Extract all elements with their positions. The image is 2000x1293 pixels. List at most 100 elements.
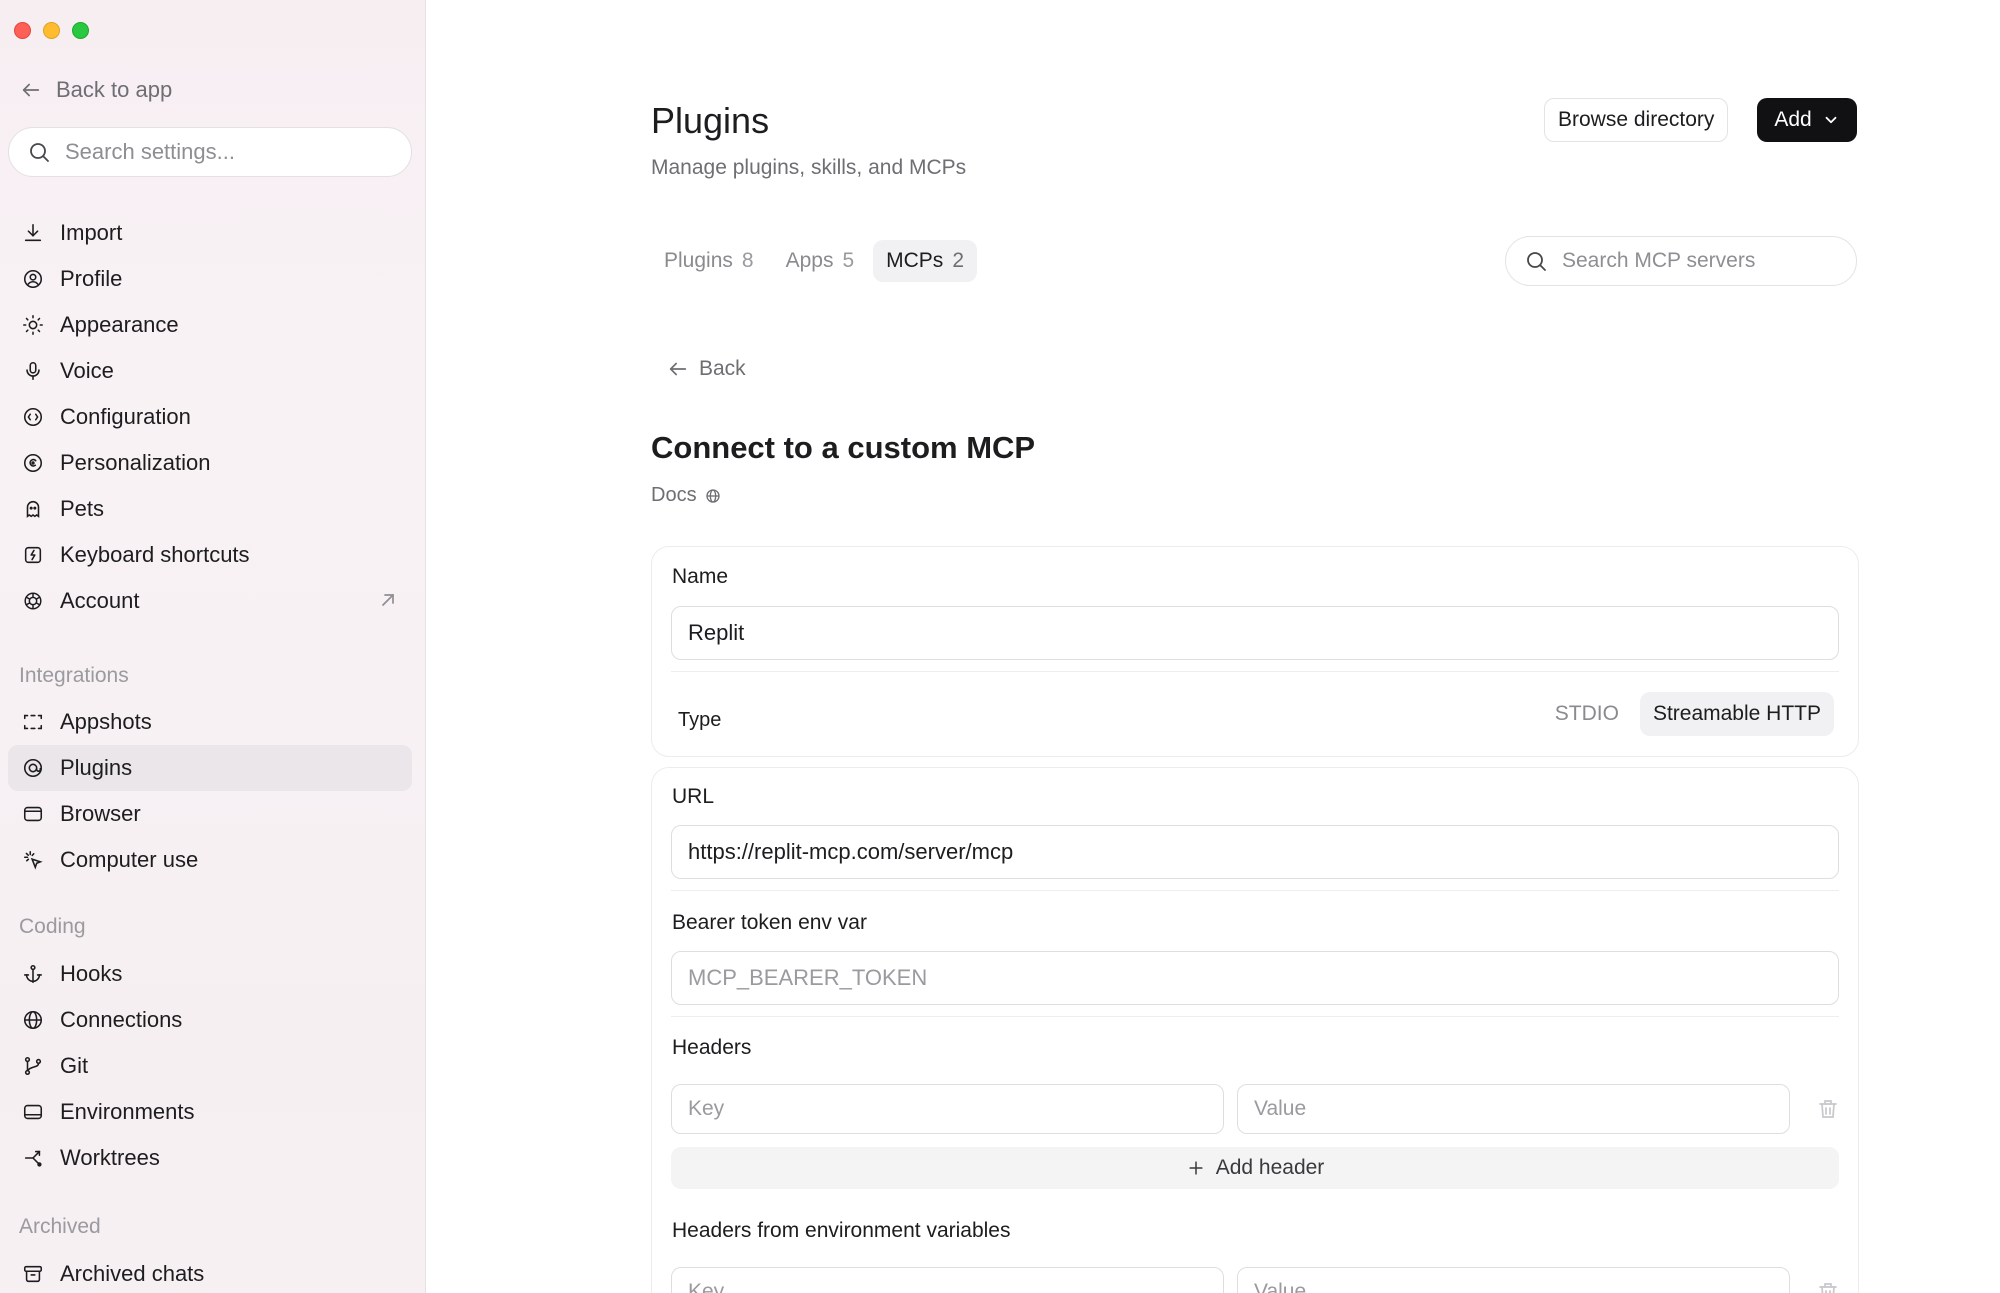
globe-icon (20, 1007, 46, 1033)
globe-icon (705, 488, 720, 503)
minimize-window-button[interactable] (43, 22, 60, 39)
type-option-stdio[interactable]: STDIO (1542, 692, 1632, 736)
page-subtitle: Manage plugins, skills, and MCPs (651, 156, 967, 179)
tab-plugins[interactable]: Plugins 8 (651, 240, 767, 282)
add-header-label: Add header (1215, 1156, 1325, 1179)
openai-logo-icon (20, 588, 46, 614)
environment-icon (20, 1099, 46, 1125)
divider (671, 671, 1839, 672)
type-toggle: STDIO Streamable HTTP (1542, 692, 1834, 736)
general-nav: Import Profile Appearance Voice Configur… (8, 210, 412, 624)
sidebar-item-import[interactable]: Import (8, 210, 412, 256)
name-input[interactable] (671, 606, 1839, 660)
sidebar-item-account[interactable]: Account (8, 578, 412, 624)
add-header-button[interactable]: Add header (671, 1147, 1839, 1189)
sidebar-item-label: Keyboard shortcuts (60, 542, 250, 567)
sidebar-item-worktrees[interactable]: Worktrees (8, 1135, 412, 1181)
anchor-icon (20, 961, 46, 987)
config-icon (20, 404, 46, 430)
archive-icon (20, 1261, 46, 1287)
chevron-down-icon (1825, 116, 1837, 124)
coding-section-label: Coding (19, 915, 86, 938)
plugins-icon (20, 755, 46, 781)
tab-label: MCPs (886, 249, 944, 272)
page-title: Plugins (651, 100, 770, 141)
back-button[interactable]: Back (667, 357, 746, 381)
sidebar-item-plugins[interactable]: Plugins (8, 745, 412, 791)
browse-directory-button[interactable]: Browse directory (1544, 98, 1729, 142)
sidebar-item-label: Voice (60, 358, 114, 383)
env-header-key-input[interactable] (671, 1267, 1224, 1293)
worktree-icon (20, 1145, 46, 1171)
tab-label: Plugins (664, 249, 733, 272)
divider (671, 1016, 1839, 1017)
zoom-window-button[interactable] (72, 22, 89, 39)
sidebar-item-computer-use[interactable]: Computer use (8, 837, 412, 883)
type-option-streamable-http[interactable]: Streamable HTTP (1639, 692, 1834, 736)
search-icon (1527, 252, 1546, 271)
add-button[interactable]: Add (1757, 98, 1857, 142)
settings-search-box (8, 127, 412, 177)
sidebar-item-label: Configuration (60, 404, 191, 429)
tab-count: 5 (842, 249, 855, 272)
env-header-value-input[interactable] (1237, 1267, 1790, 1293)
sidebar-item-label: Profile (60, 266, 123, 291)
tab-label: Apps (785, 249, 834, 272)
tab-count: 8 (741, 249, 754, 272)
mcp-search-box (1505, 236, 1857, 286)
trash-icon[interactable] (1816, 1097, 1840, 1121)
sidebar-item-label: Archived chats (60, 1261, 205, 1286)
name-label: Name (672, 565, 729, 588)
sun-icon (20, 312, 46, 338)
mcp-search-input[interactable] (1562, 249, 1832, 273)
microphone-icon (20, 358, 46, 384)
sidebar-item-hooks[interactable]: Hooks (8, 951, 412, 997)
keyboard-icon (20, 542, 46, 568)
sidebar-item-configuration[interactable]: Configuration (8, 394, 412, 440)
archived-section-label: Archived (19, 1215, 101, 1238)
sidebar-item-label: Environments (60, 1099, 195, 1124)
user-circle-icon (20, 266, 46, 292)
back-label: Back (699, 357, 746, 380)
header-value-input[interactable] (1237, 1084, 1790, 1134)
tab-bar: Plugins 8 Apps 5 MCPs 2 (651, 240, 977, 282)
form-title: Connect to a custom MCP (651, 430, 1036, 465)
sidebar-item-archived-chats[interactable]: Archived chats (8, 1251, 412, 1293)
search-icon (30, 143, 49, 162)
sidebar-item-label: Worktrees (60, 1145, 160, 1170)
arrow-left-icon (669, 362, 687, 376)
headers-label: Headers (672, 1036, 752, 1059)
header-key-input[interactable] (671, 1084, 1224, 1134)
sidebar-item-label: Plugins (60, 755, 133, 780)
url-input[interactable] (671, 825, 1839, 879)
sidebar-item-personalization[interactable]: Personalization (8, 440, 412, 486)
sidebar-item-browser[interactable]: Browser (8, 791, 412, 837)
settings-search-input[interactable] (65, 139, 385, 165)
docs-label: Docs (651, 484, 697, 506)
sidebar-item-keyboard-shortcuts[interactable]: Keyboard shortcuts (8, 532, 412, 578)
back-to-app-button[interactable]: Back to app (20, 74, 172, 106)
trash-icon[interactable] (1816, 1280, 1840, 1293)
sidebar-item-label: Connections (60, 1007, 183, 1032)
sidebar-item-git[interactable]: Git (8, 1043, 412, 1089)
sidebar-item-profile[interactable]: Profile (8, 256, 412, 302)
sidebar-item-environments[interactable]: Environments (8, 1089, 412, 1135)
tab-apps[interactable]: Apps 5 (773, 240, 868, 282)
docs-link[interactable]: Docs (651, 484, 721, 507)
sidebar-item-pets[interactable]: Pets (8, 486, 412, 532)
url-label: URL (672, 785, 715, 808)
back-to-app-label: Back to app (56, 77, 173, 102)
browser-icon (20, 801, 46, 827)
external-link-icon (382, 594, 394, 606)
close-window-button[interactable] (14, 22, 31, 39)
sidebar-item-voice[interactable]: Voice (8, 348, 412, 394)
sidebar-item-appshots[interactable]: Appshots (8, 699, 412, 745)
sidebar-item-label: Pets (60, 496, 105, 521)
tab-mcps[interactable]: MCPs 2 (873, 240, 977, 282)
sidebar-item-appearance[interactable]: Appearance (8, 302, 412, 348)
divider (671, 890, 1839, 891)
sidebar-item-connections[interactable]: Connections (8, 997, 412, 1043)
bearer-token-input[interactable] (671, 951, 1839, 1005)
personalization-icon (20, 450, 46, 476)
add-button-label: Add (1774, 108, 1812, 131)
